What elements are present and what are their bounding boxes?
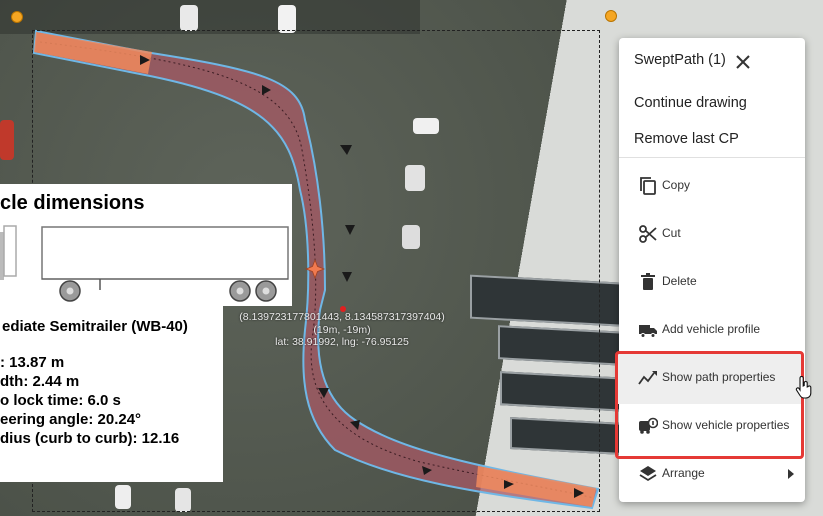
menu-item-label: Delete: [662, 274, 697, 288]
spec-length: : 13.87 m: [0, 354, 65, 371]
hand-cursor-icon: [795, 376, 812, 399]
spec-steering-angle: eering angle: 20.24°: [0, 411, 142, 428]
close-icon[interactable]: [734, 53, 752, 71]
chevron-right-icon: [788, 469, 794, 479]
spec-lock-time: o lock time: 6.0 s: [0, 392, 121, 409]
spec-turn-radius: dius (curb to curb): 12.16: [0, 430, 180, 447]
vehicle-diagram: [0, 225, 289, 302]
annotation-highlight-box: [615, 351, 804, 459]
menu-item-copy[interactable]: Copy: [619, 162, 805, 210]
menu-item-label: Arrange: [662, 466, 705, 480]
resize-handle[interactable]: [605, 10, 617, 22]
coordinate-line: (19m, -19m): [313, 323, 371, 336]
menu-item-label: Add vehicle profile: [662, 322, 761, 336]
truck-icon: [639, 325, 657, 338]
menu-item-cut[interactable]: Cut: [619, 210, 805, 258]
coordinate-line: (8.139723177801443, 8.134587317397404): [239, 311, 445, 323]
menu-item-add-vehicle-profile[interactable]: Add vehicle profile: [619, 306, 805, 354]
spec-width: dth: 2.44 m: [0, 373, 80, 390]
remove-last-cp-button[interactable]: Remove last CP: [634, 131, 739, 147]
continue-drawing-button[interactable]: Continue drawing: [634, 95, 747, 111]
menu-item-delete[interactable]: Delete: [619, 258, 805, 306]
vehicle-info-card: ediate Semitrailer (WB-40) : 13.87 m dth…: [0, 306, 223, 482]
copy-icon: [640, 177, 656, 195]
resize-handle[interactable]: [11, 11, 23, 23]
menu-item-label: Copy: [662, 178, 691, 192]
menu-divider: [619, 157, 805, 158]
vehicle-dimensions-card: cle dimensions: [0, 184, 292, 306]
menu-item-label: Cut: [662, 226, 681, 240]
scissors-icon: [639, 225, 657, 243]
layers-icon: [639, 466, 657, 482]
coordinate-readout: (8.139723177801443, 8.134587317397404) (…: [222, 311, 462, 349]
coordinate-line: lat: 38.91992, lng: -76.95125: [275, 336, 409, 348]
menu-title: SweptPath (1): [634, 52, 726, 68]
trash-icon: [641, 273, 655, 290]
vehicle-name: ediate Semitrailer (WB-40): [2, 318, 188, 335]
